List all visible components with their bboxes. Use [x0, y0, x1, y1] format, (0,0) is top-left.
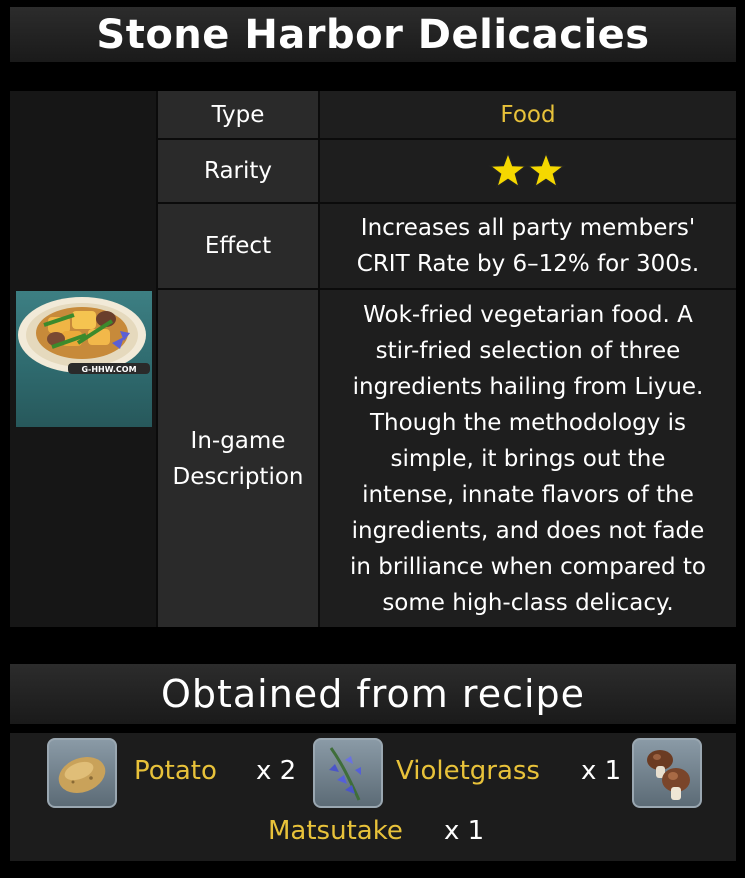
rarity-stars [488, 151, 567, 189]
ingredient-qty-potato: x 2 [256, 756, 297, 786]
description-line: simple, it brings out the [390, 445, 666, 472]
effect-line: CRIT Rate by 6–12% for 300s. [356, 251, 700, 277]
recipe-panel: Potato x 2 Violetgrass x 1 Matsutake x 1 [10, 733, 736, 861]
item-image-cell: G-HHW.COM [10, 91, 156, 627]
description-line: Though the methodology is [369, 409, 687, 436]
matsutake-icon[interactable] [632, 738, 702, 808]
effect-line: Increases all party members' [360, 215, 696, 241]
ingredient-qty-violetgrass: x 1 [581, 756, 622, 786]
recipe-heading: Obtained from recipe [10, 664, 736, 724]
type-row: Type Food [158, 91, 736, 138]
description-line: intense, innate flavors of the [362, 481, 694, 508]
description-line: some high-class delicacy. [382, 589, 674, 616]
effect-label: Effect [158, 204, 318, 288]
ingredient-qty-matsutake: x 1 [444, 816, 485, 846]
effect-value: Increases all party members' CRIT Rate b… [320, 204, 736, 288]
description-text: Wok-fried vegetarian food. A stir-fried … [320, 290, 736, 627]
description-label: In-game Description [158, 290, 318, 627]
description-label-line: Description [172, 463, 304, 490]
violetgrass-icon[interactable] [313, 738, 383, 808]
description-label-line: In-game [190, 427, 286, 454]
dish-image: G-HHW.COM [16, 291, 152, 427]
ingredient-name-matsutake[interactable]: Matsutake [268, 816, 403, 846]
page-title: Stone Harbor Delicacies [10, 7, 736, 62]
star-icon [525, 151, 567, 189]
ingredient-name-violetgrass[interactable]: Violetgrass [396, 756, 540, 786]
ingredient-name-potato[interactable]: Potato [134, 756, 217, 786]
description-line: in brilliance when compared to [349, 553, 707, 580]
watermark-text: G-HHW.COM [81, 365, 136, 374]
description-line: Wok-fried vegetarian food. A [363, 301, 693, 328]
star-icon [488, 151, 529, 189]
description-line: ingredients hailing from Liyue. [352, 373, 704, 400]
rarity-label: Rarity [158, 140, 318, 202]
description-line: stir-fried selection of three [375, 337, 681, 364]
description-line: ingredients, and does not fade [351, 517, 705, 544]
rarity-row: Rarity [158, 140, 736, 202]
item-info-table: G-HHW.COM Type Food Rarity Effect Increa… [10, 91, 736, 627]
description-row: In-game Description Wok-fried vegetarian… [158, 290, 736, 627]
effect-row: Effect Increases all party members' CRIT… [158, 204, 736, 288]
type-label: Type [158, 91, 318, 138]
type-value: Food [320, 91, 736, 138]
rarity-value [320, 140, 736, 202]
potato-icon[interactable] [47, 738, 117, 808]
